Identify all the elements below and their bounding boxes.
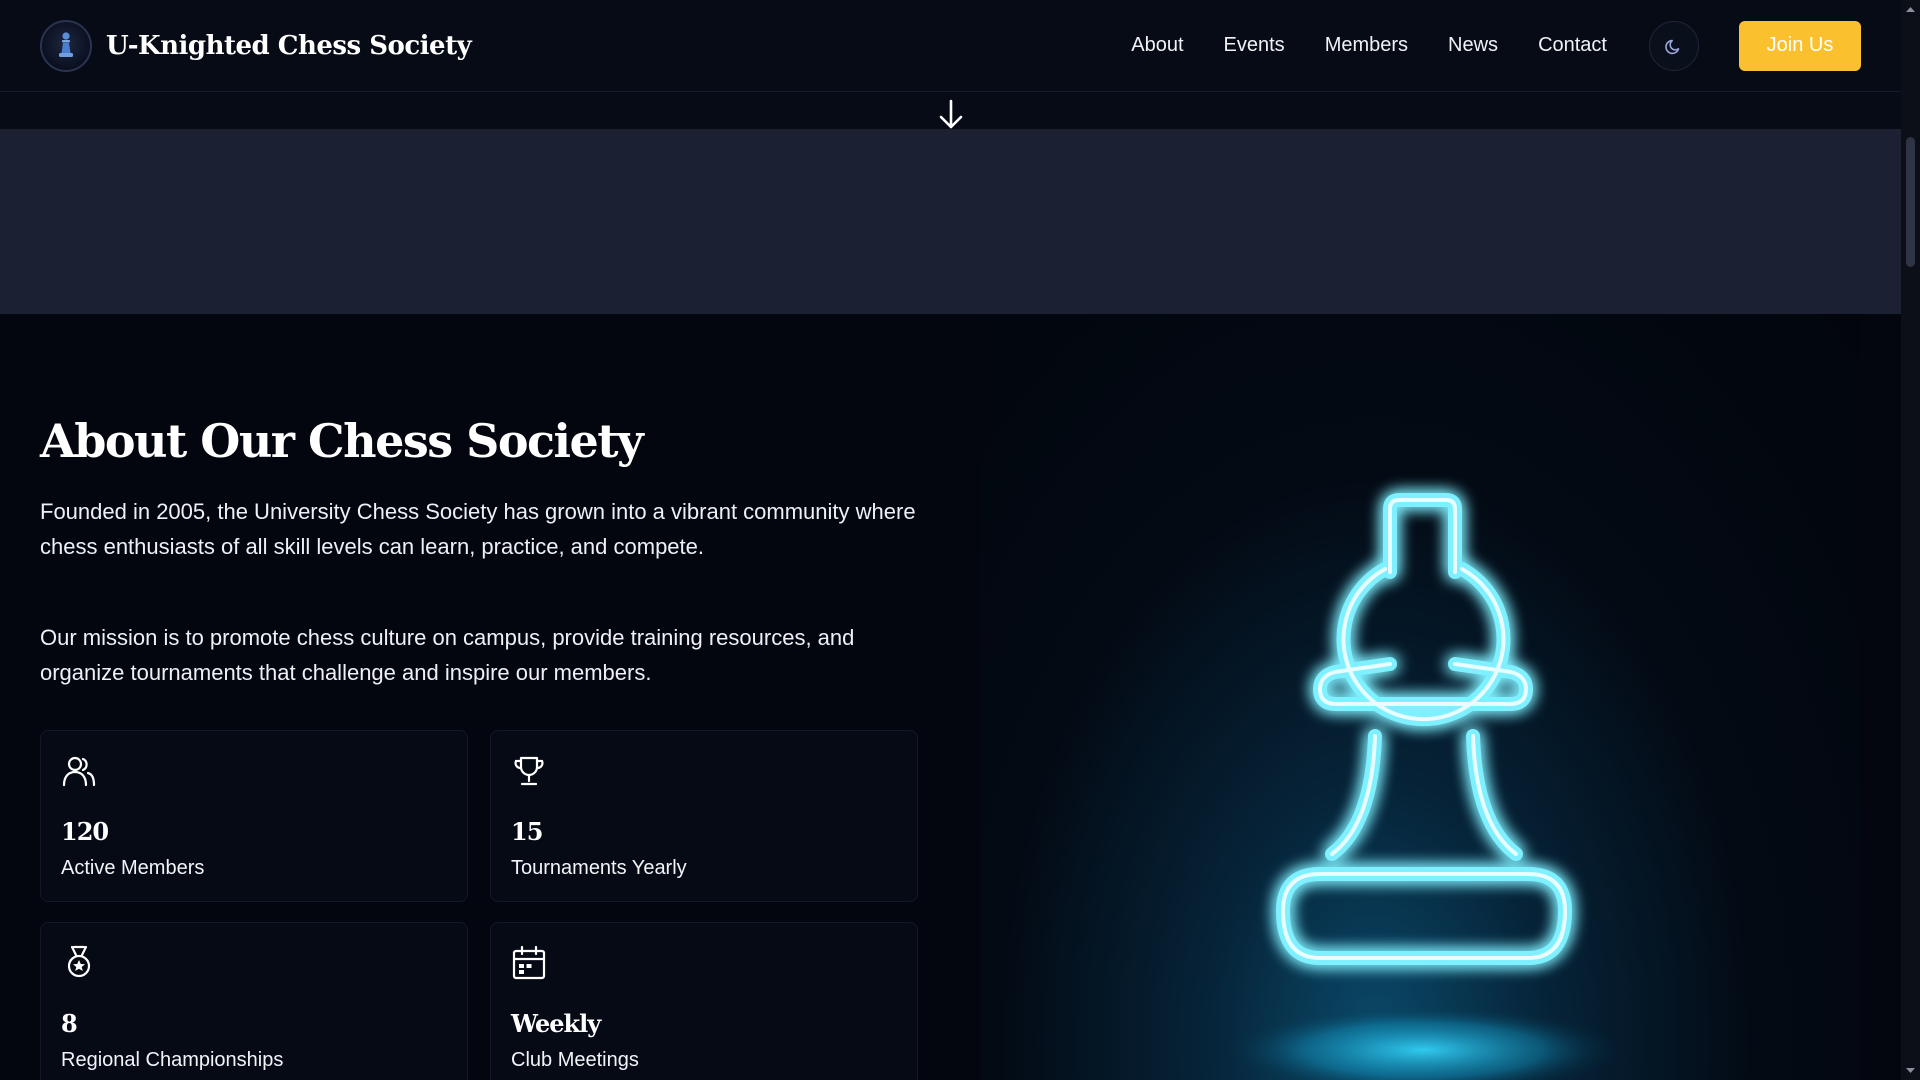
nav-members[interactable]: Members (1325, 34, 1408, 57)
stat-label: Tournaments Yearly (511, 857, 687, 879)
trophy-icon (514, 756, 544, 786)
about-paragraph-1: Founded in 2005, the University Chess So… (40, 499, 916, 559)
about-paragraph-2: Our mission is to promote chess culture … (40, 625, 855, 685)
stat-label: Club Meetings (511, 1049, 639, 1071)
stat-value: 120 (61, 817, 109, 846)
calendar-icon (512, 945, 546, 980)
page-scrollbar[interactable] (1901, 0, 1920, 1080)
nav-news[interactable]: News (1448, 34, 1498, 57)
about-hero-image (980, 314, 1860, 1080)
stat-card-members: 120 Active Members (40, 730, 468, 902)
users-icon (62, 756, 96, 787)
section-divider-band (0, 129, 1901, 314)
stat-label: Regional Championships (61, 1049, 284, 1071)
scroll-down-arrow-icon[interactable] (1905, 1065, 1916, 1076)
stat-card-tournaments: 15 Tournaments Yearly (490, 730, 918, 902)
stat-card-championships: 8 Regional Championships (40, 922, 468, 1080)
stat-value: 8 (61, 1009, 78, 1038)
nav-contact[interactable]: Contact (1538, 34, 1607, 57)
nav-events[interactable]: Events (1224, 34, 1285, 57)
site-header: U-Knighted Chess Society About Events Me… (0, 0, 1901, 92)
theme-toggle-button[interactable] (1649, 20, 1699, 71)
join-us-button[interactable]: Join Us (1739, 20, 1861, 71)
stat-value: 15 (511, 817, 543, 846)
chess-pawn-logo-icon (59, 31, 73, 57)
nav-about[interactable]: About (1131, 34, 1183, 57)
arrow-down-icon (939, 99, 963, 129)
scrollbar-thumb[interactable] (1906, 137, 1915, 267)
brand-title: U-Knighted Chess Society (106, 30, 472, 61)
logo (40, 19, 92, 72)
stat-card-meetings: Weekly Club Meetings (490, 922, 918, 1080)
stat-label: Active Members (61, 857, 205, 879)
neon-chess-pawn-icon (1223, 493, 1623, 1080)
stat-value: Weekly (511, 1009, 601, 1038)
about-section: About Our Chess Society Founded in 2005,… (0, 314, 1901, 1080)
page: U-Knighted Chess Society About Events Me… (0, 0, 1920, 1080)
about-title: About Our Chess Society (40, 414, 644, 468)
scroll-up-arrow-icon[interactable] (1905, 4, 1916, 15)
main-nav: About Events Members News Contact Join U… (1131, 20, 1861, 71)
brand[interactable]: U-Knighted Chess Society (40, 19, 472, 72)
moon-icon (1665, 39, 1680, 54)
medal-icon (67, 945, 91, 978)
